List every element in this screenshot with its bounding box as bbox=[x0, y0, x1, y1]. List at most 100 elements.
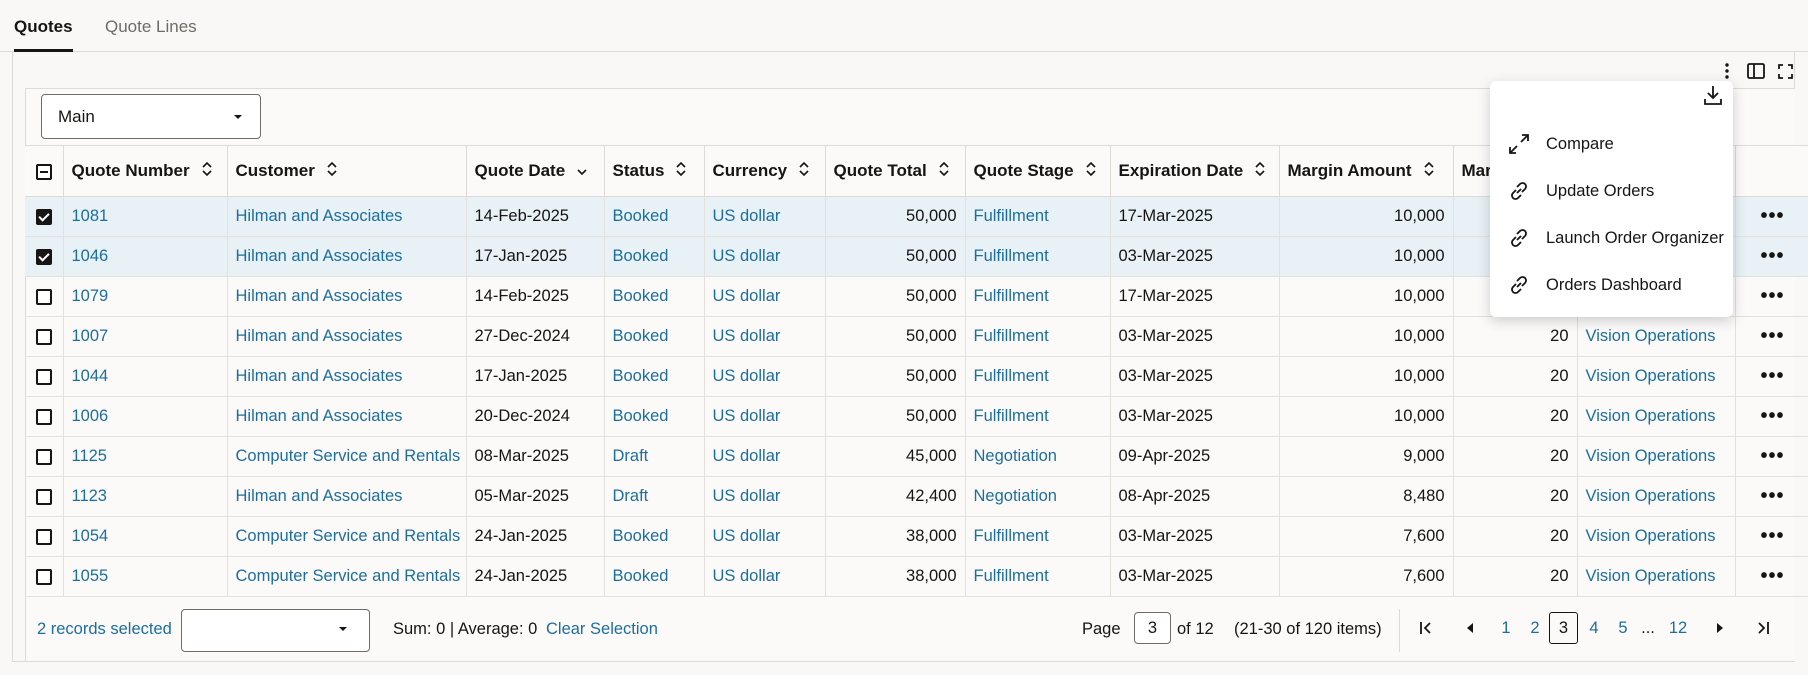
table-cell[interactable]: 1046 bbox=[63, 236, 228, 277]
table-cell[interactable]: Computer Service and Rentals bbox=[227, 556, 467, 597]
table-cell[interactable]: Hilman and Associates bbox=[227, 476, 467, 517]
column-panel-icon[interactable] bbox=[1745, 60, 1767, 82]
table-cell[interactable]: US dollar bbox=[704, 196, 826, 237]
col-expiration-date[interactable]: Expiration Date bbox=[1110, 145, 1280, 197]
table-cell[interactable]: US dollar bbox=[704, 356, 826, 397]
table-cell[interactable]: 1044 bbox=[63, 356, 228, 397]
table-cell[interactable]: Vision Operations bbox=[1577, 436, 1736, 477]
table-cell[interactable]: Hilman and Associates bbox=[227, 236, 467, 277]
table-cell[interactable]: Negotiation bbox=[965, 476, 1111, 517]
table-cell[interactable]: Computer Service and Rentals bbox=[227, 436, 467, 477]
table-cell[interactable]: Vision Operations bbox=[1577, 356, 1736, 397]
row-actions-icon[interactable]: ••• bbox=[1735, 476, 1808, 517]
col-customer[interactable]: Customer bbox=[227, 145, 467, 197]
table-cell[interactable]: US dollar bbox=[704, 556, 826, 597]
table-cell[interactable]: Booked bbox=[604, 356, 705, 397]
table-cell[interactable]: US dollar bbox=[704, 316, 826, 357]
table-cell[interactable]: Hilman and Associates bbox=[227, 276, 467, 317]
row-checkbox[interactable] bbox=[35, 488, 52, 505]
col-quote-date[interactable]: Quote Date bbox=[466, 145, 605, 197]
row-actions-icon[interactable]: ••• bbox=[1735, 396, 1808, 437]
table-row[interactable]: 1055 Computer Service and Rentals 24-Jan-2… bbox=[25, 556, 1808, 597]
table-cell[interactable]: Vision Operations bbox=[1577, 316, 1736, 357]
tab-quote-lines[interactable]: Quote Lines bbox=[105, 17, 197, 52]
table-cell[interactable]: Vision Operations bbox=[1577, 396, 1736, 437]
table-cell[interactable]: Fulfillment bbox=[965, 316, 1111, 357]
page-link[interactable]: 1 bbox=[1494, 612, 1518, 644]
table-cell[interactable]: 1006 bbox=[63, 396, 228, 437]
row-checkbox[interactable] bbox=[35, 328, 52, 345]
table-cell[interactable]: 1123 bbox=[63, 476, 228, 517]
row-checkbox[interactable] bbox=[35, 288, 52, 305]
table-cell[interactable]: 1054 bbox=[63, 516, 228, 557]
row-actions-icon[interactable]: ••• bbox=[1735, 356, 1808, 397]
row-actions-icon[interactable]: ••• bbox=[1735, 276, 1808, 317]
row-checkbox[interactable] bbox=[35, 248, 52, 265]
table-cell[interactable]: Booked bbox=[604, 316, 705, 357]
table-cell[interactable]: US dollar bbox=[704, 516, 826, 557]
table-cell[interactable]: 1055 bbox=[63, 556, 228, 597]
table-row[interactable]: 1123 Hilman and Associates 05-Mar-2025 Draf… bbox=[25, 476, 1808, 517]
table-row[interactable]: 1125 Computer Service and Rentals 08-Mar-2… bbox=[25, 436, 1808, 477]
table-cell[interactable]: 1125 bbox=[63, 436, 228, 477]
menu-item-update-orders[interactable]: Update Orders bbox=[1508, 176, 1654, 206]
table-cell[interactable]: US dollar bbox=[704, 276, 826, 317]
table-cell[interactable]: Hilman and Associates bbox=[227, 356, 467, 397]
clear-selection-link[interactable]: Clear Selection bbox=[546, 620, 658, 639]
table-cell[interactable]: Fulfillment bbox=[965, 356, 1111, 397]
table-cell[interactable]: Booked bbox=[604, 556, 705, 597]
table-cell[interactable]: Draft bbox=[604, 476, 705, 517]
col-quote-number[interactable]: Quote Number bbox=[63, 145, 228, 197]
table-cell[interactable]: US dollar bbox=[704, 236, 826, 277]
table-cell[interactable]: US dollar bbox=[704, 436, 826, 477]
table-cell[interactable]: US dollar bbox=[704, 476, 826, 517]
table-cell[interactable]: Booked bbox=[604, 196, 705, 237]
col-currency[interactable]: Currency bbox=[704, 145, 826, 197]
table-cell[interactable]: Vision Operations bbox=[1577, 476, 1736, 517]
table-cell[interactable]: Hilman and Associates bbox=[227, 196, 467, 237]
col-margin-amount[interactable]: Margin Amount bbox=[1279, 145, 1454, 197]
table-row[interactable]: 1044 Hilman and Associates 17-Jan-2025 Book… bbox=[25, 356, 1808, 397]
table-cell[interactable]: Hilman and Associates bbox=[227, 316, 467, 357]
page-link-current[interactable]: 3 bbox=[1549, 612, 1578, 644]
table-cell[interactable]: 1079 bbox=[63, 276, 228, 317]
table-cell[interactable]: Negotiation bbox=[965, 436, 1111, 477]
table-row[interactable]: 1007 Hilman and Associates 27-Dec-2024 Book… bbox=[25, 316, 1808, 357]
row-checkbox[interactable] bbox=[35, 208, 52, 225]
table-cell[interactable]: Fulfillment bbox=[965, 236, 1111, 277]
aggregate-select[interactable] bbox=[181, 609, 370, 652]
table-cell[interactable]: Booked bbox=[604, 396, 705, 437]
table-cell[interactable]: Fulfillment bbox=[965, 276, 1111, 317]
table-cell[interactable]: Computer Service and Rentals bbox=[227, 516, 467, 557]
row-actions-icon[interactable]: ••• bbox=[1735, 516, 1808, 557]
table-cell[interactable]: Vision Operations bbox=[1577, 556, 1736, 597]
row-checkbox[interactable] bbox=[35, 448, 52, 465]
table-cell[interactable]: Fulfillment bbox=[965, 556, 1111, 597]
tab-quotes[interactable]: Quotes bbox=[14, 17, 73, 52]
page-link[interactable]: 2 bbox=[1523, 612, 1547, 644]
previous-page-icon[interactable] bbox=[1458, 612, 1482, 644]
view-select[interactable]: Main bbox=[41, 94, 261, 139]
page-number-input[interactable]: 3 bbox=[1134, 612, 1171, 644]
row-checkbox[interactable] bbox=[35, 568, 52, 585]
row-actions-icon[interactable]: ••• bbox=[1735, 436, 1808, 477]
col-quote-stage[interactable]: Quote Stage bbox=[965, 145, 1111, 197]
table-cell[interactable]: Hilman and Associates bbox=[227, 396, 467, 437]
page-link[interactable]: 12 bbox=[1666, 612, 1690, 644]
menu-item-launch-order-organizer[interactable]: Launch Order Organizer bbox=[1508, 223, 1724, 253]
table-cell[interactable]: 1081 bbox=[63, 196, 228, 237]
row-checkbox[interactable] bbox=[35, 528, 52, 545]
page-link[interactable]: 4 bbox=[1582, 612, 1606, 644]
select-all-checkbox[interactable] bbox=[35, 163, 52, 180]
download-icon[interactable] bbox=[1703, 84, 1723, 111]
table-cell[interactable]: Fulfillment bbox=[965, 516, 1111, 557]
row-actions-icon[interactable]: ••• bbox=[1735, 556, 1808, 597]
fullscreen-icon[interactable] bbox=[1774, 60, 1796, 82]
row-checkbox[interactable] bbox=[35, 368, 52, 385]
last-page-icon[interactable] bbox=[1751, 612, 1775, 644]
table-cell[interactable]: Fulfillment bbox=[965, 196, 1111, 237]
table-cell[interactable]: Booked bbox=[604, 236, 705, 277]
table-row[interactable]: 1006 Hilman and Associates 20-Dec-2024 Book… bbox=[25, 396, 1808, 437]
table-row[interactable]: 1054 Computer Service and Rentals 24-Jan-2… bbox=[25, 516, 1808, 557]
table-cell[interactable]: Vision Operations bbox=[1577, 516, 1736, 557]
